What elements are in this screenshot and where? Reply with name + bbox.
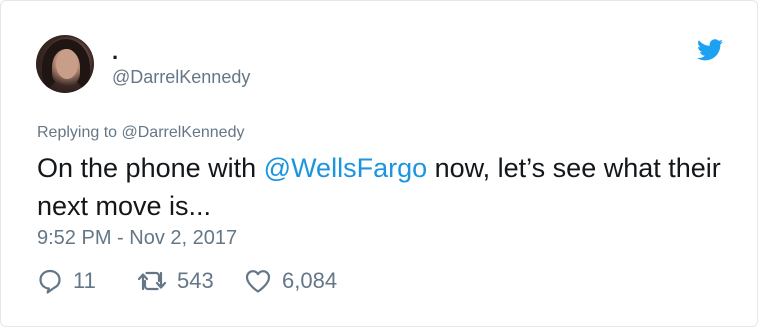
tweet-card: . @DarrelKennedy Replying to @DarrelKenn… (0, 0, 758, 327)
reply-button[interactable]: 11 (37, 268, 137, 294)
mention-link[interactable]: @WellsFargo (264, 153, 427, 183)
like-count: 6,084 (282, 268, 338, 293)
reply-icon (39, 269, 61, 294)
tweet-text: On the phone with @WellsFargo now, let’s… (37, 149, 727, 225)
timestamp[interactable]: 9:52 PM - Nov 2, 2017 (37, 227, 237, 250)
twitter-bird-icon[interactable] (697, 39, 723, 61)
avatar[interactable] (36, 35, 94, 93)
reply-count: 11 (73, 268, 96, 293)
replying-to-mention[interactable]: @DarrelKennedy (122, 124, 245, 141)
retweet-count: 543 (177, 268, 214, 293)
retweet-button[interactable]: 543 (137, 268, 244, 294)
action-bar: 11 543 6,084 (37, 265, 337, 297)
user-handle[interactable]: @DarrelKennedy (112, 67, 250, 88)
replying-to-label: Replying to (37, 124, 122, 141)
heart-icon (245, 270, 271, 293)
retweet-icon (137, 271, 167, 291)
tweet-text-start: On the phone with (37, 153, 264, 183)
replying-to-line: Replying to @DarrelKennedy (37, 124, 244, 142)
like-button[interactable]: 6,084 (244, 268, 337, 294)
display-name[interactable]: . (112, 39, 118, 65)
